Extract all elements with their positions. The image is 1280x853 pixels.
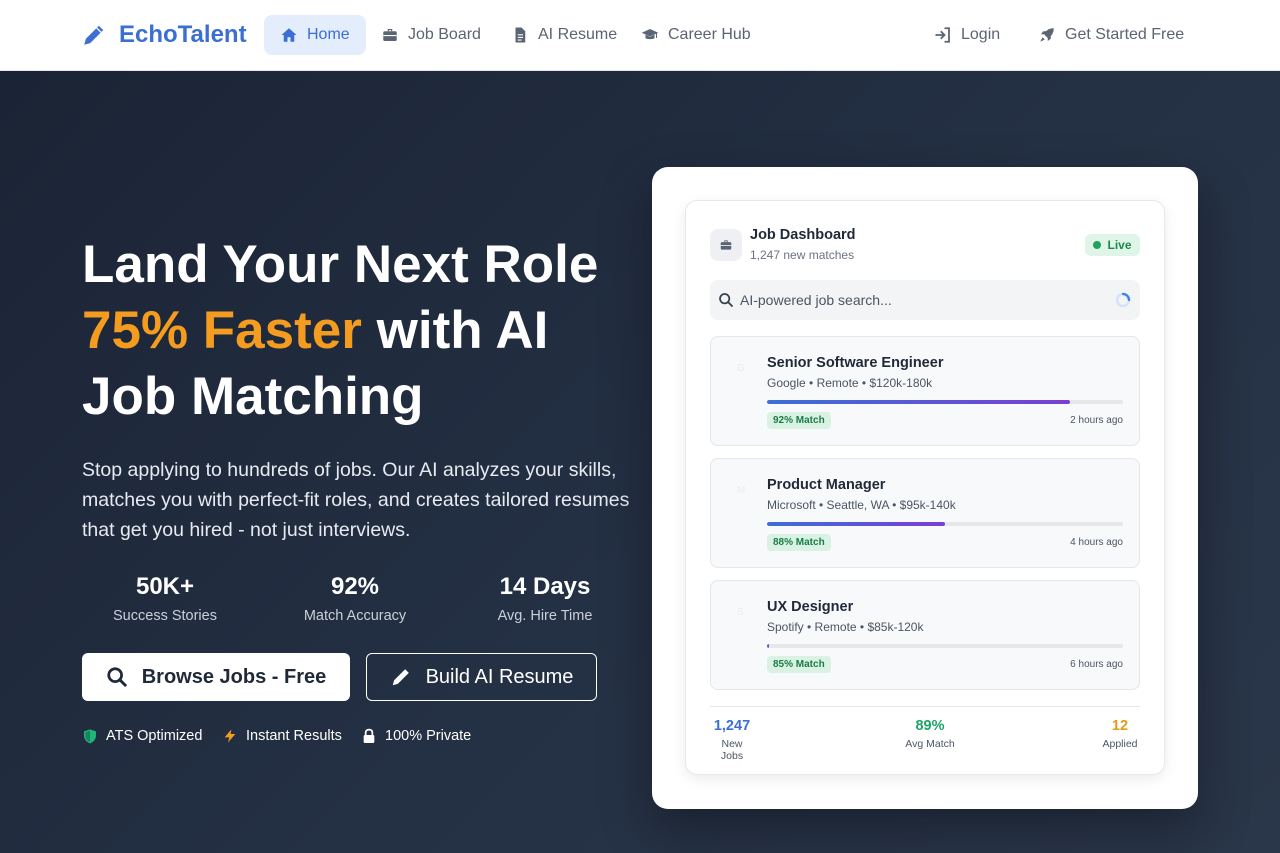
browse-jobs-button[interactable]: Browse Jobs - Free <box>82 653 350 701</box>
job-title: UX Designer <box>767 599 854 615</box>
footer-stat-value: 1,247 <box>713 718 751 734</box>
footer-stat-label: Applied <box>1102 738 1138 750</box>
company-logo-icon: M <box>737 485 746 496</box>
posted-time: 4 hours ago <box>1070 537 1123 548</box>
nav-label-job-board: Job Board <box>408 26 481 43</box>
job-dashboard: Job Dashboard 1,247 new matches Live AI-… <box>685 200 1165 775</box>
divider <box>710 706 1140 707</box>
job-card[interactable]: M Product Manager Microsoft • Seattle, W… <box>710 458 1140 568</box>
job-meta: Google • Remote • $120k-180k <box>767 376 933 390</box>
dashboard-title: Job Dashboard <box>750 227 856 243</box>
get-started-button[interactable]: Get Started Free <box>1022 15 1200 55</box>
job-card[interactable]: S UX Designer Spotify • Remote • $85k-12… <box>710 580 1140 690</box>
login-label: Login <box>961 26 1001 43</box>
nav-item-ai-resume[interactable]: AI Resume <box>495 15 633 55</box>
badge-label: ATS Optimized <box>106 728 203 744</box>
match-progress-fill <box>767 400 1070 404</box>
search-placeholder: AI-powered job search... <box>740 292 892 308</box>
headline-line-2: with AI <box>361 301 549 360</box>
lightning-icon <box>224 729 236 743</box>
headline-line-1: Land Your Next Role <box>82 235 599 294</box>
nav-item-home[interactable]: Home <box>264 15 366 55</box>
build-resume-button[interactable]: Build AI Resume <box>366 653 597 701</box>
top-navbar: EchoTalent Home Job Board AI Resume Care… <box>0 0 1280 71</box>
nav-item-career-hub[interactable]: Career Hub <box>625 15 767 55</box>
shield-icon <box>84 729 96 744</box>
company-logo-icon: S <box>737 607 744 618</box>
briefcase-icon <box>383 29 397 41</box>
company-logo-icon: G <box>737 363 745 374</box>
get-started-label: Get Started Free <box>1065 26 1185 43</box>
stat-success-stories: 50K+ Success Stories <box>70 573 260 624</box>
brand-logo[interactable]: EchoTalent <box>81 20 247 50</box>
briefcase-icon <box>720 240 732 250</box>
pencil-icon <box>84 25 104 45</box>
dashboard-subtitle: 1,247 new matches <box>750 248 855 262</box>
live-status-badge: Live <box>1085 234 1140 256</box>
search-icon <box>719 293 733 307</box>
dashboard-preview-card: Job Dashboard 1,247 new matches Live AI-… <box>652 167 1198 809</box>
badge-instant-results: Instant Results <box>222 726 342 746</box>
home-icon <box>281 28 297 42</box>
document-icon <box>515 27 526 43</box>
match-progress-fill <box>767 644 769 648</box>
stat-label: Success Stories <box>113 608 217 624</box>
match-progress-fill <box>767 522 945 526</box>
footer-stat-value: 89% <box>915 718 945 734</box>
footer-stat-new-jobs: 1,247 New Jobs <box>710 717 754 762</box>
job-meta: Spotify • Remote • $85k-120k <box>767 620 924 634</box>
build-resume-label: Build AI Resume <box>425 665 574 688</box>
job-meta: Microsoft • Seattle, WA • $95k-140k <box>767 498 956 512</box>
posted-time: 6 hours ago <box>1070 659 1123 670</box>
stat-value: 92% <box>330 573 380 600</box>
match-progress-bar <box>767 644 1123 648</box>
job-title: Senior Software Engineer <box>767 355 944 371</box>
loading-spinner-icon <box>1115 292 1131 308</box>
sign-in-icon <box>935 27 950 43</box>
lock-icon <box>363 728 375 743</box>
pencil-icon <box>392 669 409 686</box>
headline-accent: 75% Faster <box>82 301 362 360</box>
nav-label-ai-resume: AI Resume <box>538 26 618 43</box>
footer-stat-label: Avg Match <box>905 738 955 750</box>
stat-hire-time: 14 Days Avg. Hire Time <box>450 573 640 624</box>
live-dot-icon <box>1093 241 1102 249</box>
hero-headline: Land Your Next Role 75% Faster with AI J… <box>82 232 662 430</box>
live-label: Live <box>1107 238 1132 252</box>
graduation-cap-icon <box>641 29 659 40</box>
rocket-icon <box>1040 28 1054 42</box>
stat-value: 14 Days <box>499 573 591 600</box>
stat-label: Match Accuracy <box>303 608 407 624</box>
footer-stat-avg-match: 89% Avg Match <box>900 717 960 750</box>
match-badge: 92% Match <box>767 412 831 429</box>
dashboard-icon-box <box>710 229 742 261</box>
job-search-input[interactable]: AI-powered job search... <box>710 280 1140 320</box>
stat-match-accuracy: 92% Match Accuracy <box>260 573 450 624</box>
posted-time: 2 hours ago <box>1070 415 1123 426</box>
nav-label-home: Home <box>307 26 350 43</box>
badge-label: 100% Private <box>385 728 472 744</box>
match-progress-bar <box>767 400 1123 404</box>
match-progress-bar <box>767 522 1123 526</box>
login-button[interactable]: Login <box>918 15 1016 55</box>
badge-label: Instant Results <box>246 728 342 744</box>
headline-line-3: Job Matching <box>82 367 424 426</box>
footer-stat-label: New Jobs <box>720 738 744 762</box>
browse-jobs-label: Browse Jobs - Free <box>141 665 327 688</box>
footer-stat-value: 12 <box>1111 718 1129 734</box>
match-badge: 85% Match <box>767 656 831 673</box>
stat-label: Avg. Hire Time <box>497 608 593 624</box>
stat-value: 50K+ <box>135 573 195 600</box>
badge-private: 100% Private <box>361 726 471 746</box>
job-card[interactable]: G Senior Software Engineer Google • Remo… <box>710 336 1140 446</box>
job-title: Product Manager <box>767 477 886 493</box>
hero-subtitle: Stop applying to hundreds of jobs. Our A… <box>82 459 630 541</box>
footer-stat-applied: 12 Applied <box>1100 717 1140 750</box>
nav-label-career-hub: Career Hub <box>668 26 751 43</box>
brand-name: EchoTalent <box>119 21 247 48</box>
search-icon <box>107 667 127 687</box>
match-badge: 88% Match <box>767 534 831 551</box>
nav-item-job-board[interactable]: Job Board <box>365 15 497 55</box>
badge-ats-optimized: ATS Optimized <box>82 726 202 746</box>
